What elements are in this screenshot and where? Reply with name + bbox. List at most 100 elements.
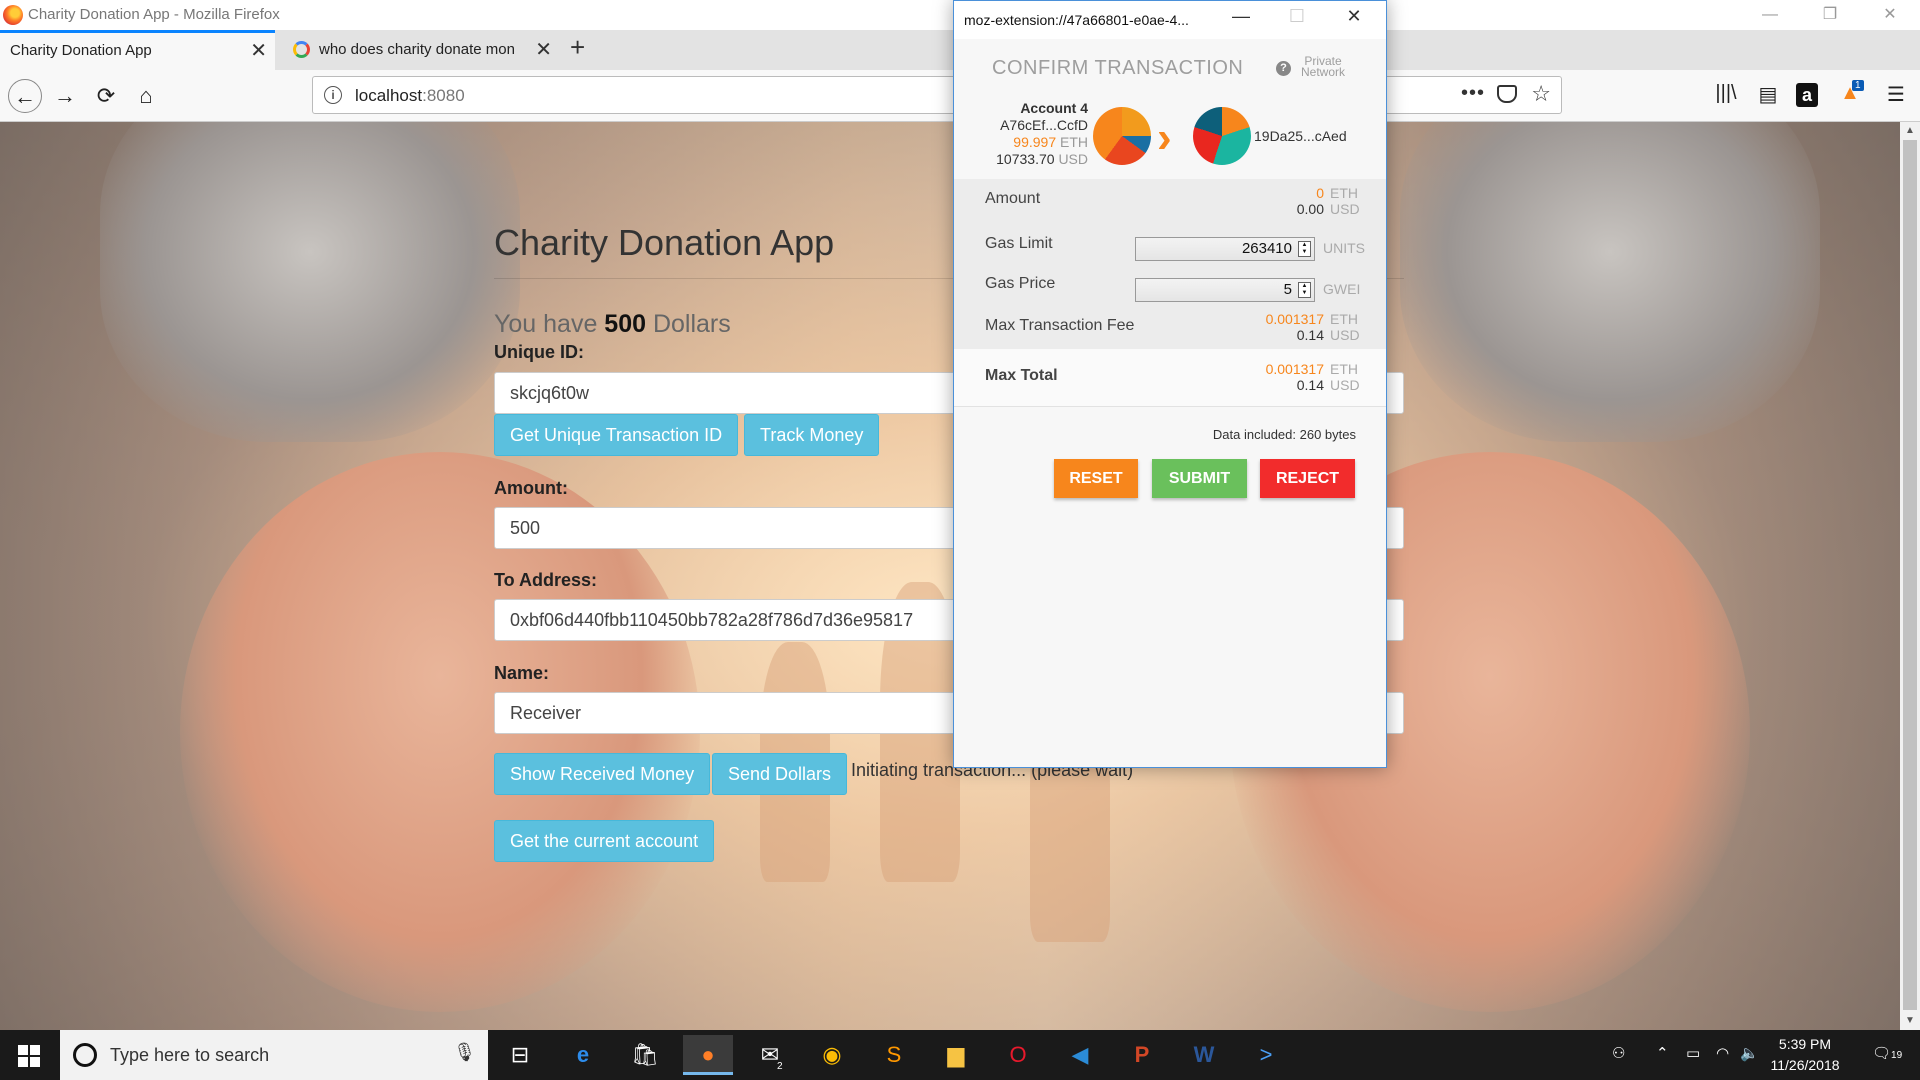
amount-row-value: 0 ETH 0.00 USD xyxy=(1297,185,1360,217)
amount-row-label: Amount xyxy=(985,190,1041,207)
spinner-arrows-icon[interactable]: ▲ ▼ xyxy=(1298,282,1311,298)
wifi-icon[interactable]: ◠ xyxy=(1716,1044,1729,1062)
google-icon xyxy=(293,41,310,58)
window-title: Charity Donation App - Mozilla Firefox xyxy=(28,6,280,23)
submit-button[interactable]: SUBMIT xyxy=(1152,459,1247,498)
reject-button[interactable]: REJECT xyxy=(1260,459,1355,498)
show-received-money-button[interactable]: Show Received Money xyxy=(494,753,711,795)
people-icon[interactable]: ⚇ xyxy=(1612,1044,1625,1062)
amazon-icon[interactable]: a xyxy=(1796,83,1818,107)
gas-price-value: 5 xyxy=(1283,281,1292,298)
gas-price-input[interactable]: 5 ▲ ▼ xyxy=(1135,278,1315,302)
spinner-arrows-icon[interactable]: ▲ ▼ xyxy=(1298,241,1311,257)
url-host: localhost xyxy=(355,86,423,105)
from-account-identicon xyxy=(1093,107,1151,165)
to-account-identicon xyxy=(1193,107,1251,165)
tab-close-icon[interactable]: ✕ xyxy=(250,33,267,69)
from-account-name: Account 4 xyxy=(1020,100,1088,116)
usd-unit: USD xyxy=(1330,377,1360,393)
scroll-up-icon[interactable]: ▲ xyxy=(1900,122,1920,140)
help-icon[interactable]: ? xyxy=(1276,61,1291,76)
gas-limit-row: Gas Limit 263410 ▲ ▼ UNITS xyxy=(954,223,1386,265)
battery-icon[interactable]: ▭ xyxy=(1686,1044,1700,1062)
url-port: :8080 xyxy=(422,86,465,105)
store-icon[interactable]: 🛍 xyxy=(620,1035,670,1075)
notifications-icon[interactable]: 🗨19 xyxy=(1872,1044,1902,1062)
max-fee-value: 0.001317 ETH 0.14 USD xyxy=(1266,311,1360,343)
home-button[interactable]: ⌂ xyxy=(129,79,163,113)
forward-button[interactable]: → xyxy=(48,79,82,113)
edge-icon[interactable]: e xyxy=(558,1035,608,1075)
popup-title: moz-extension://47a66801-e0ae-4... xyxy=(964,12,1189,28)
mail-icon[interactable]: ✉ 2 xyxy=(745,1035,795,1075)
taskbar-search-box[interactable]: Type here to search 🎙 xyxy=(60,1030,488,1080)
cortana-icon xyxy=(73,1043,97,1067)
gas-limit-label: Gas Limit xyxy=(985,235,1053,252)
app-title: Charity Donation App xyxy=(494,222,835,263)
powershell-icon[interactable]: > xyxy=(1241,1035,1291,1075)
close-window-button[interactable]: ✕ xyxy=(1860,0,1920,30)
windows-taskbar: Type here to search 🎙 ⊟ e 🛍 ● ✉ 2 ◉ S ▆ O… xyxy=(0,1030,1920,1080)
task-view-icon[interactable]: ⊟ xyxy=(495,1035,545,1075)
usd-unit: USD xyxy=(1330,201,1360,217)
scroll-down-icon[interactable]: ▼ xyxy=(1900,1012,1920,1030)
track-money-button[interactable]: Track Money xyxy=(744,414,880,456)
word-icon[interactable]: W xyxy=(1179,1035,1229,1075)
left-sleeve-image xyxy=(100,122,520,442)
taskbar-clock[interactable]: 5:39 PM 11/26/2018 xyxy=(1760,1034,1850,1076)
scroll-thumb[interactable] xyxy=(1903,140,1917,1010)
tab-google-search[interactable]: who does charity donate mone ✕ xyxy=(285,30,560,70)
powerpoint-icon[interactable]: P xyxy=(1117,1035,1167,1075)
get-unique-id-button[interactable]: Get Unique Transaction ID xyxy=(494,414,739,456)
minimize-button[interactable]: — xyxy=(1740,0,1800,30)
tab-charity-app[interactable]: Charity Donation App ✕ xyxy=(0,30,275,70)
from-usd-balance: 10733.70 xyxy=(996,151,1055,167)
windows-start-icon[interactable] xyxy=(18,1045,40,1067)
back-button[interactable]: ← xyxy=(8,79,42,113)
page-scrollbar[interactable]: ▲ ▼ xyxy=(1900,122,1920,1030)
new-tab-button[interactable]: + xyxy=(570,32,585,63)
clock-time: 5:39 PM xyxy=(1778,1036,1832,1052)
gas-price-label: Gas Price xyxy=(985,275,1056,292)
reset-button[interactable]: RESET xyxy=(1054,459,1138,498)
opera-icon[interactable]: O xyxy=(993,1035,1043,1075)
tray-chevron-icon[interactable]: ⌃ xyxy=(1656,1044,1669,1062)
page-actions-icon[interactable]: ••• xyxy=(1461,82,1485,105)
sublime-text-icon[interactable]: S xyxy=(869,1035,919,1075)
file-explorer-icon[interactable]: ▆ xyxy=(931,1035,981,1075)
url-text[interactable]: localhost:8080 xyxy=(355,86,465,106)
microphone-icon[interactable]: 🎙 xyxy=(453,1042,476,1063)
max-fee-row: Max Transaction Fee 0.001317 ETH 0.14 USD xyxy=(954,305,1386,349)
site-info-icon[interactable]: i xyxy=(324,86,342,104)
volume-icon[interactable]: 🔈 xyxy=(1740,1044,1759,1062)
taskbar-search-placeholder: Type here to search xyxy=(110,1045,270,1065)
network-indicator[interactable]: Private Network xyxy=(1301,55,1345,78)
popup-close-button[interactable]: ✕ xyxy=(1339,6,1369,27)
amount-eth: 0 xyxy=(1316,185,1324,201)
sidebar-icon[interactable]: ▤ xyxy=(1754,82,1782,107)
popup-minimize-button[interactable]: — xyxy=(1226,6,1256,27)
menu-icon[interactable]: ☰ xyxy=(1882,82,1910,107)
reload-button[interactable]: ⟳ xyxy=(89,79,123,113)
library-icon[interactable]: |||\ xyxy=(1712,82,1740,105)
get-current-account-button[interactable]: Get the current account xyxy=(494,820,715,862)
popup-maximize-button: ☐ xyxy=(1288,6,1306,26)
max-total-value: 0.001317 ETH 0.14 USD xyxy=(1265,361,1360,393)
tab-label: Charity Donation App xyxy=(10,42,152,59)
usd-unit: USD xyxy=(1330,327,1360,343)
vscode-icon[interactable]: ◀ xyxy=(1055,1035,1105,1075)
pocket-icon[interactable] xyxy=(1497,85,1517,103)
bookmark-star-icon[interactable]: ☆ xyxy=(1531,81,1551,107)
send-dollars-button[interactable]: Send Dollars xyxy=(712,753,848,795)
tab-close-icon[interactable]: ✕ xyxy=(535,30,552,70)
firefox-taskbar-icon[interactable]: ● xyxy=(683,1035,733,1075)
restore-button[interactable]: ❐ xyxy=(1800,0,1860,30)
chrome-icon[interactable]: ◉ xyxy=(807,1035,857,1075)
clock-date: 11/26/2018 xyxy=(1770,1057,1840,1073)
total-eth: 0.001317 xyxy=(1265,361,1324,377)
to-account-address: 19Da25...cAed xyxy=(1254,128,1347,144)
gas-limit-input[interactable]: 263410 ▲ ▼ xyxy=(1135,237,1315,261)
right-sleeve-image xyxy=(1400,122,1820,442)
amount-label: Amount: xyxy=(494,478,568,498)
from-usd-unit: USD xyxy=(1058,151,1088,167)
